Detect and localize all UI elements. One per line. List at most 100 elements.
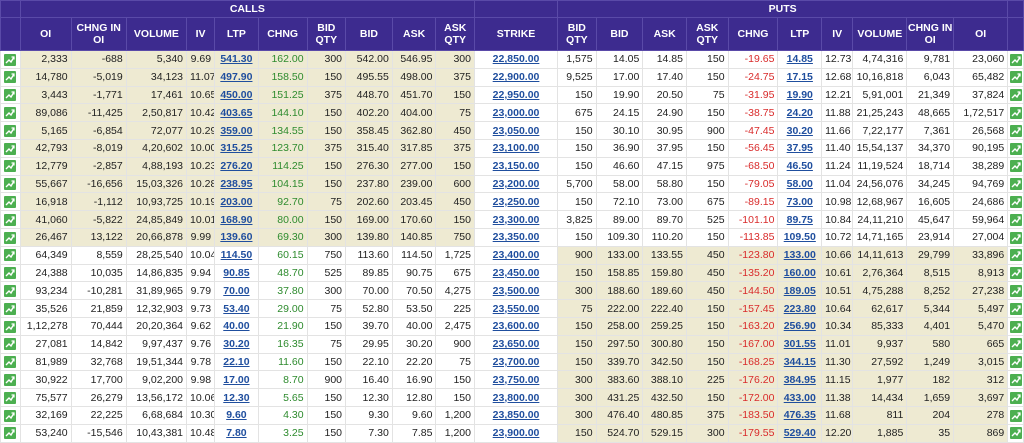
chart-button-left[interactable] — [0, 299, 21, 318]
col-header-call-bid-qty[interactable]: BID QTY — [306, 17, 347, 51]
chart-button-left[interactable] — [0, 245, 21, 265]
col-header-put-chng[interactable]: CHNG — [727, 17, 779, 51]
chart-button-right[interactable] — [1007, 245, 1024, 265]
chart-button-left[interactable] — [0, 423, 21, 443]
strike-link[interactable]: 23,800.00 — [493, 392, 540, 404]
put-ltp-link[interactable]: 24.20 — [787, 107, 813, 119]
chart-button-left[interactable] — [0, 281, 21, 301]
chart-button-right[interactable] — [1007, 121, 1024, 140]
call-ltp-link[interactable]: 30.20 — [223, 338, 249, 350]
col-header-put-bid-qty[interactable]: BID QTY — [557, 17, 597, 51]
strike-link[interactable]: 23,100.00 — [493, 142, 540, 154]
chart-button-left[interactable] — [0, 316, 21, 336]
call-ltp-link[interactable]: 203.00 — [220, 196, 252, 208]
chart-button-right[interactable] — [1007, 281, 1024, 301]
strike-link[interactable]: 23,300.00 — [493, 214, 540, 226]
put-ltp-link[interactable]: 58.00 — [787, 178, 813, 190]
strike-link[interactable]: 23,350.00 — [493, 231, 540, 243]
put-ltp-link[interactable]: 37.95 — [787, 142, 813, 154]
call-ltp-link[interactable]: 22.10 — [223, 356, 249, 368]
chart-button-right[interactable] — [1007, 370, 1024, 390]
put-ltp-link[interactable]: 344.15 — [784, 356, 816, 368]
call-ltp-link[interactable]: 359.00 — [220, 125, 252, 137]
col-header-put-chng-in-oi[interactable]: CHNG IN OI — [906, 17, 955, 51]
chart-button-left[interactable] — [0, 85, 21, 105]
col-header-put-ask[interactable]: ASK — [642, 17, 687, 51]
chart-button-right[interactable] — [1007, 388, 1024, 407]
call-ltp-link[interactable]: 40.00 — [223, 320, 249, 332]
chart-button-left[interactable] — [0, 210, 21, 229]
call-ltp-link[interactable]: 450.00 — [220, 89, 252, 101]
put-ltp-link[interactable]: 133.00 — [784, 249, 816, 261]
chart-button-left[interactable] — [0, 67, 21, 87]
put-ltp-link[interactable]: 160.00 — [784, 267, 816, 279]
call-ltp-link[interactable]: 114.50 — [221, 249, 253, 261]
strike-link[interactable]: 23,900.00 — [493, 427, 540, 439]
put-ltp-link[interactable]: 30.20 — [787, 125, 813, 137]
col-header-put-volume[interactable]: VOLUME — [852, 17, 908, 51]
put-ltp-link[interactable]: 89.75 — [787, 214, 813, 226]
col-header-put-ask-qty[interactable]: ASK QTY — [685, 17, 729, 51]
chart-button-left[interactable] — [0, 174, 21, 194]
strike-link[interactable]: 22,850.00 — [493, 53, 540, 65]
put-ltp-link[interactable]: 529.40 — [784, 427, 816, 439]
col-header-put-bid[interactable]: BID — [595, 17, 644, 51]
chart-button-right[interactable] — [1007, 103, 1024, 123]
col-header-call-volume[interactable]: VOLUME — [125, 17, 188, 51]
strike-link[interactable]: 23,550.00 — [493, 303, 540, 315]
call-ltp-link[interactable]: 238.95 — [220, 178, 252, 190]
col-header-call-ltp[interactable]: LTP — [214, 17, 259, 51]
col-header-call-ask-qty[interactable]: ASK QTY — [435, 17, 475, 51]
put-ltp-link[interactable]: 256.90 — [784, 320, 816, 332]
chart-button-left[interactable] — [0, 263, 21, 283]
strike-link[interactable]: 23,700.00 — [493, 356, 540, 368]
put-ltp-link[interactable]: 46.50 — [787, 160, 813, 172]
chart-button-left[interactable] — [0, 388, 21, 407]
chart-button-left[interactable] — [0, 121, 21, 140]
strike-link[interactable]: 23,650.00 — [493, 338, 540, 350]
put-ltp-link[interactable]: 476.35 — [784, 409, 816, 421]
chart-button-right[interactable] — [1007, 227, 1024, 247]
put-ltp-link[interactable]: 301.55 — [784, 338, 816, 350]
col-header-call-bid[interactable]: BID — [345, 17, 393, 51]
chart-button-right[interactable] — [1007, 156, 1024, 176]
chart-button-left[interactable] — [0, 370, 21, 390]
strike-link[interactable]: 23,150.00 — [493, 160, 540, 172]
call-ltp-link[interactable]: 541.30 — [220, 53, 252, 65]
strike-link[interactable]: 23,250.00 — [493, 196, 540, 208]
strike-link[interactable]: 23,000.00 — [493, 107, 540, 119]
col-header-call-iv[interactable]: IV — [186, 17, 216, 51]
put-ltp-link[interactable]: 109.50 — [784, 231, 816, 243]
chart-button-left[interactable] — [0, 50, 21, 69]
call-ltp-link[interactable]: 12.30 — [223, 392, 249, 404]
strike-link[interactable]: 23,850.00 — [493, 409, 540, 421]
chart-button-left[interactable] — [0, 138, 21, 158]
strike-link[interactable]: 23,450.00 — [493, 267, 540, 279]
chart-button-left[interactable] — [0, 227, 21, 247]
call-ltp-link[interactable]: 315.25 — [220, 142, 252, 154]
put-ltp-link[interactable]: 433.00 — [784, 392, 816, 404]
call-ltp-link[interactable]: 9.60 — [226, 409, 246, 421]
col-header-call-chng[interactable]: CHNG — [257, 17, 308, 51]
chart-button-right[interactable] — [1007, 192, 1024, 212]
call-ltp-link[interactable]: 7.80 — [226, 427, 246, 439]
chart-button-right[interactable] — [1007, 334, 1024, 354]
call-ltp-link[interactable]: 403.65 — [220, 107, 252, 119]
chart-button-left[interactable] — [0, 405, 21, 425]
put-ltp-link[interactable]: 73.00 — [787, 196, 813, 208]
strike-link[interactable]: 23,600.00 — [493, 320, 540, 332]
chart-button-right[interactable] — [1007, 85, 1024, 105]
call-ltp-link[interactable]: 168.90 — [220, 214, 252, 226]
chart-button-left[interactable] — [0, 192, 21, 212]
strike-link[interactable]: 22,950.00 — [493, 89, 540, 101]
chart-button-right[interactable] — [1007, 210, 1024, 229]
put-ltp-link[interactable]: 189.05 — [784, 285, 816, 297]
chart-button-right[interactable] — [1007, 50, 1024, 69]
strike-link[interactable]: 23,500.00 — [493, 285, 540, 297]
col-header-call-ask[interactable]: ASK — [391, 17, 437, 51]
col-header-put-oi[interactable]: OI — [953, 17, 1009, 51]
call-ltp-link[interactable]: 17.00 — [223, 374, 249, 386]
col-header-call-chng-in-oi[interactable]: CHNG IN OI — [70, 17, 127, 51]
call-ltp-link[interactable]: 70.00 — [223, 285, 249, 297]
put-ltp-link[interactable]: 19.90 — [787, 89, 813, 101]
